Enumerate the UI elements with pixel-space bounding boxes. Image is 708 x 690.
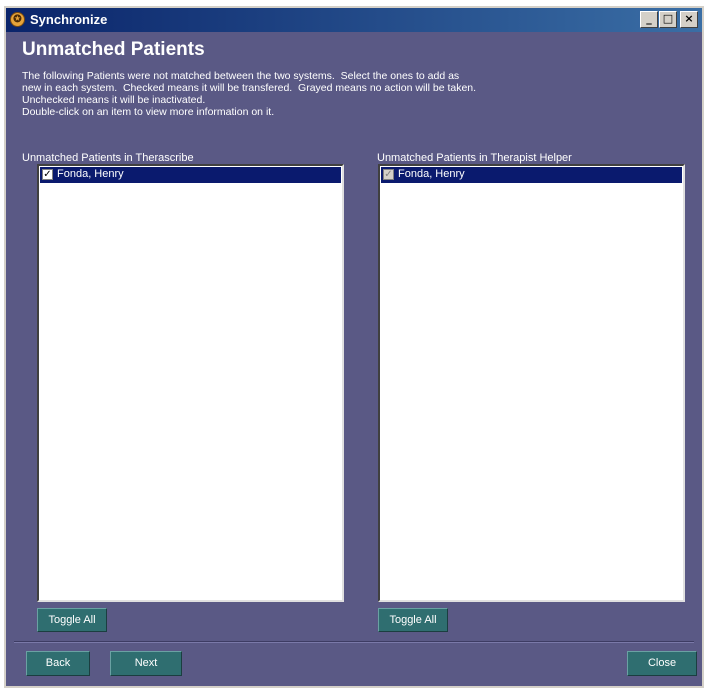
title-bar[interactable]: ✪ Synchronize _ □ × xyxy=(6,8,702,32)
minimize-button[interactable]: _ xyxy=(640,11,658,28)
therascribe-patient-list[interactable]: ✓ Fonda, Henry xyxy=(37,164,344,602)
window-controls: _ □ × xyxy=(639,11,698,29)
back-button[interactable]: Back xyxy=(26,651,90,676)
synchronize-window: ✪ Synchronize _ □ × Unmatched Patients T… xyxy=(4,6,704,688)
patient-checkbox-checked[interactable]: ✓ xyxy=(42,169,53,180)
patient-name: Fonda, Henry xyxy=(398,168,465,180)
instructions-text: The following Patients were not matched … xyxy=(22,70,477,118)
window-title: Synchronize xyxy=(30,12,108,27)
list-item[interactable]: ✓ Fonda, Henry xyxy=(40,167,341,183)
close-button[interactable]: Close xyxy=(627,651,697,676)
patient-name: Fonda, Henry xyxy=(57,168,124,180)
app-logo-icon: ✪ xyxy=(10,12,25,27)
therapist-helper-patient-list[interactable]: ✓ Fonda, Henry xyxy=(378,164,685,602)
therascribe-list-label: Unmatched Patients in Therascribe xyxy=(22,152,194,164)
list-item[interactable]: ✓ Fonda, Henry xyxy=(381,167,682,183)
maximize-button[interactable]: □ xyxy=(659,11,677,28)
therapist-helper-list-label: Unmatched Patients in Therapist Helper xyxy=(377,152,572,164)
toggle-all-right-button[interactable]: Toggle All xyxy=(378,608,448,632)
page-title: Unmatched Patients xyxy=(22,39,205,60)
next-button[interactable]: Next xyxy=(110,651,182,676)
close-window-button[interactable]: × xyxy=(680,11,698,28)
toggle-all-left-button[interactable]: Toggle All xyxy=(37,608,107,632)
patient-checkbox-grayed[interactable]: ✓ xyxy=(383,169,394,180)
footer-divider xyxy=(14,641,694,643)
